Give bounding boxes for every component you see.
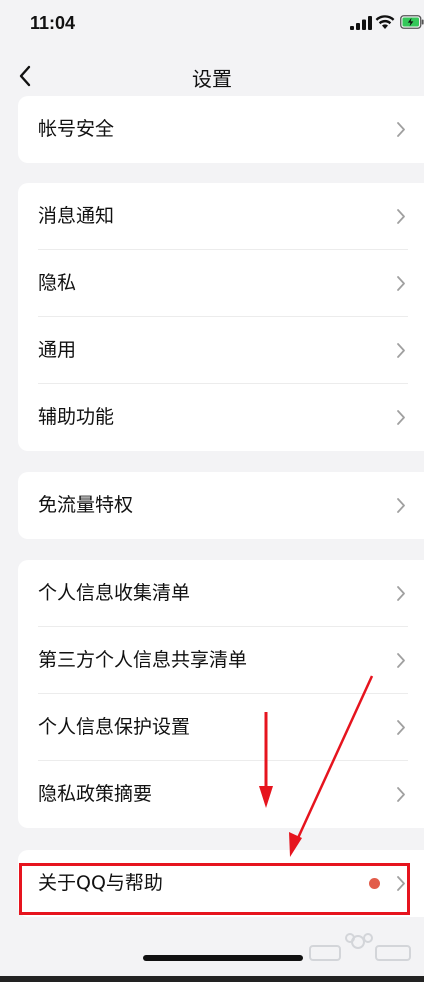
row-label: 隐私政策摘要 [38,783,153,805]
settings-row-about-qq-help[interactable]: 关于QQ与帮助 [18,850,424,917]
chevron-right-icon [397,720,405,735]
chevron-right-icon [397,498,405,513]
chevron-right-icon [397,586,405,601]
cellular-signal-icon [350,16,372,30]
chevron-right-icon [397,122,405,137]
settings-row-info-collection[interactable]: 个人信息收集清单 [18,560,424,627]
settings-group-about: 关于QQ与帮助 [18,850,424,917]
row-label: 关于QQ与帮助 [38,872,163,894]
page-title: 设置 [192,67,232,91]
chevron-right-icon [397,276,405,291]
row-label: 辅助功能 [38,406,115,428]
settings-row-privacy[interactable]: 隐私 [18,250,424,317]
settings-row-notifications[interactable]: 消息通知 [18,183,424,250]
chevron-right-icon [397,787,405,802]
navigation-bar: 设置 [0,50,424,102]
row-label: 通用 [38,339,77,361]
home-indicator[interactable] [143,955,303,961]
settings-screen: 11:04 设置 帐号安全 消息通知 隐私 通用 辅助功能 免流量特权 个人信息… [0,0,424,982]
row-label: 第三方个人信息共享清单 [38,649,248,671]
settings-row-account-security[interactable]: 帐号安全 [18,96,424,163]
status-bar: 11:04 [0,0,424,50]
row-label: 隐私 [38,272,77,294]
settings-row-accessibility[interactable]: 辅助功能 [18,384,424,451]
row-label: 个人信息保护设置 [38,716,191,738]
settings-group-account: 帐号安全 [18,96,424,163]
status-time: 11:04 [30,13,76,33]
bottom-edge [0,976,424,982]
watermark-logo [309,933,411,961]
row-label: 帐号安全 [38,118,115,140]
chevron-right-icon [397,209,405,224]
settings-row-general[interactable]: 通用 [18,317,424,384]
notification-dot [369,878,380,889]
wifi-icon [375,15,395,29]
row-label: 消息通知 [38,205,115,227]
chevron-right-icon [397,653,405,668]
row-label: 免流量特权 [38,494,134,516]
row-label: 个人信息收集清单 [38,582,191,604]
settings-group-data: 免流量特权 [18,472,424,539]
settings-group-personal-info: 个人信息收集清单 第三方个人信息共享清单 个人信息保护设置 隐私政策摘要 [18,560,424,828]
chevron-right-icon [397,876,405,891]
settings-row-privacy-summary[interactable]: 隐私政策摘要 [18,761,424,828]
settings-row-info-protection[interactable]: 个人信息保护设置 [18,694,424,761]
settings-group-general: 消息通知 隐私 通用 辅助功能 [18,183,424,451]
chevron-right-icon [397,410,405,425]
settings-row-third-party-sharing[interactable]: 第三方个人信息共享清单 [18,627,424,694]
battery-charging-icon [400,15,424,29]
settings-row-free-data[interactable]: 免流量特权 [18,472,424,539]
chevron-right-icon [397,343,405,358]
